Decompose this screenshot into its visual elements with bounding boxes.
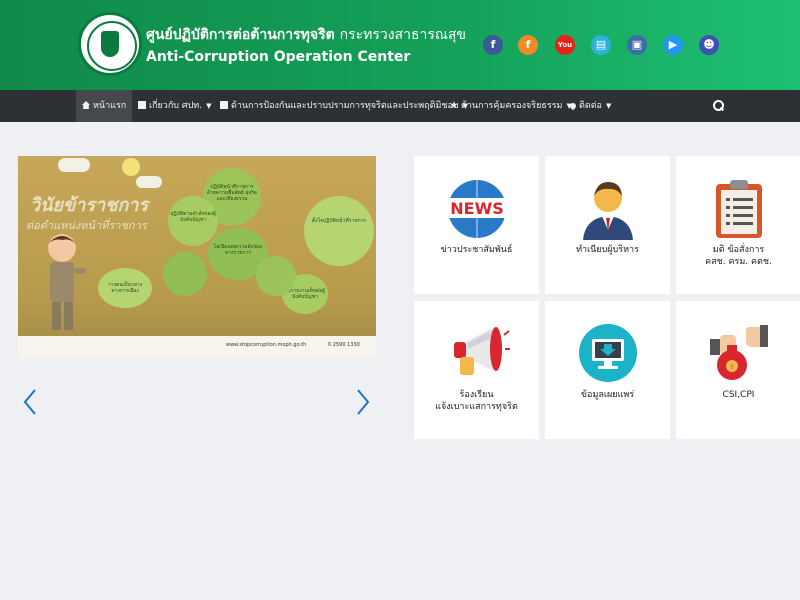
banner-bubble-text: วางตนเป็นกลางทางการเมือง xyxy=(107,282,143,294)
svg-text:!: ! xyxy=(731,363,734,371)
download-monitor-icon xyxy=(579,324,637,382)
site-header: ศูนย์ปฏิบัติการต่อต้านการทุจริต กระทรวงส… xyxy=(0,0,800,90)
tile-executives-label: ทำเนียบผู้บริหาร xyxy=(576,245,639,255)
building-icon xyxy=(138,101,146,109)
cartoon-boy-illustration xyxy=(48,234,86,330)
nav-item-home[interactable]: หน้าแรก xyxy=(76,90,133,122)
banner-bubble-text: ตั้งใจปฏิบัติหน้าที่ราชการ xyxy=(311,218,367,224)
printer-icon[interactable]: ▤ xyxy=(591,35,611,55)
bribe-refuse-icon: ! xyxy=(710,325,768,380)
ministry-logo[interactable] xyxy=(78,12,142,76)
carousel-banner[interactable]: วินัยข้าราชการ ต่อตำแหน่งหน้าที่ราชการ ป… xyxy=(18,156,376,358)
search-icon[interactable] xyxy=(713,100,724,111)
photo-glyph: ▣ xyxy=(631,38,643,51)
video-icon[interactable]: ▶ xyxy=(663,35,683,55)
banner-website: www.stopcorruption.moph.go.th xyxy=(226,342,307,348)
photo-icon[interactable]: ▣ xyxy=(627,35,647,55)
users-glyph: ☻ xyxy=(703,38,715,51)
nav-item-ethics[interactable]: ด้านการคุ้มครองจริยธรรม▼ xyxy=(444,90,578,122)
nav-label-contact: ติดต่อ xyxy=(579,101,602,111)
ministry-name: กระทรวงสาธารณสุข xyxy=(339,27,466,43)
chevron-down-icon: ▼ xyxy=(605,102,612,110)
nav-item-about[interactable]: เกี่ยวกับ ศปท. ▼ xyxy=(132,90,218,122)
main-navbar: หน้าแรก เกี่ยวกับ ศปท. ▼ ด้านการป้องกันแล… xyxy=(0,90,800,122)
megaphone-icon xyxy=(454,327,510,375)
star-icon xyxy=(450,101,458,109)
facebook-icon[interactable]: f xyxy=(483,35,503,55)
tile-news-label: ข่าวประชาสัมพันธ์ xyxy=(440,245,513,255)
video-glyph: ▶ xyxy=(668,38,678,51)
banner-bubble-text: ไม่เปิดเผยความลับของทางราชการ xyxy=(213,244,263,256)
cloud-icon xyxy=(136,176,162,188)
tile-complaints-label-line1: ร้องเรียน xyxy=(459,390,494,400)
tile-resolutions-label-line1: มติ ข้อสั่งการ xyxy=(712,245,765,255)
tile-csi-cpi[interactable]: ! CSI,CPI xyxy=(676,301,800,439)
home-icon xyxy=(82,101,90,109)
messenger-glyph: f xyxy=(525,38,531,51)
chevron-down-icon: ▼ xyxy=(206,102,212,110)
site-title-thai: ศูนย์ปฏิบัติการต่อต้านการทุจริต กระทรวงส… xyxy=(146,24,466,46)
nav-item-anti-corruption[interactable]: ด้านการป้องกันและปราบปรามการทุจริตและประ… xyxy=(214,90,474,122)
nav-item-contact[interactable]: ติดต่อ ▼ xyxy=(564,90,617,122)
news-icon: NEWS xyxy=(446,180,508,238)
sun-icon xyxy=(122,158,140,176)
banner-title: วินัยข้าราชการ xyxy=(30,195,149,216)
tile-publications[interactable]: ข้อมูลเผยแพร่ xyxy=(545,301,670,439)
users-icon[interactable]: ☻ xyxy=(699,35,719,55)
document-icon xyxy=(220,101,228,109)
svg-text:NEWS: NEWS xyxy=(450,199,504,218)
tile-resolutions[interactable]: มติ ข้อสั่งการ คสช. ครม. คตช. xyxy=(676,156,800,294)
tile-csi-cpi-label: CSI,CPI xyxy=(722,390,755,400)
printer-glyph: ▤ xyxy=(595,38,607,51)
nav-label-about: เกี่ยวกับ ศปท. xyxy=(149,101,203,111)
site-title-english: Anti-Corruption Operation Center xyxy=(146,49,411,65)
banner-bubble xyxy=(163,252,207,296)
site-title-thai-main: ศูนย์ปฏิบัติการต่อต้านการทุจริต xyxy=(146,27,335,43)
nav-label-anti-corruption: ด้านการป้องกันและปราบปรามการทุจริตและประ… xyxy=(231,101,459,111)
banner-bubble xyxy=(256,256,296,296)
tile-complaints-label-line2: แจ้งเบาะแสการทุจริต xyxy=(435,402,518,412)
tile-resolutions-label-line2: คสช. ครม. คตช. xyxy=(705,257,772,267)
tile-executives[interactable]: ทำเนียบผู้บริหาร xyxy=(545,156,670,294)
tile-complaints[interactable]: ร้องเรียน แจ้งเบาะแสการทุจริต xyxy=(414,301,539,439)
cloud-icon xyxy=(58,158,90,172)
executive-icon xyxy=(583,182,633,240)
facebook-messenger-icon[interactable]: f xyxy=(518,35,538,55)
carousel-next-arrow[interactable] xyxy=(355,388,371,416)
youtube-icon[interactable]: You xyxy=(555,35,575,55)
nav-label-home: หน้าแรก xyxy=(93,101,127,111)
banner-bubble-text: ปฏิบัติตามคำสั่งของผู้บังคับบัญชา xyxy=(170,211,216,223)
map-marker-icon xyxy=(568,101,578,111)
facebook-glyph: f xyxy=(490,38,496,51)
clipboard-icon xyxy=(716,180,762,238)
banner-bubble xyxy=(304,196,374,266)
nav-label-ethics: ด้านการคุ้มครองจริยธรรม xyxy=(461,101,563,111)
banner-footer: www.stopcorruption.moph.go.th 0 2590 133… xyxy=(18,336,376,358)
banner-bubble-text: ปฏิบัติหน้าที่ราชการด้วยความซื่อสัตย์ สุ… xyxy=(206,184,258,202)
tile-news[interactable]: NEWS ข่าวประชาสัมพันธ์ xyxy=(414,156,539,294)
banner-phone: 0 2590 1330 xyxy=(328,342,360,348)
youtube-glyph: You xyxy=(557,41,573,49)
carousel-prev-arrow[interactable] xyxy=(22,388,38,416)
tile-publications-label: ข้อมูลเผยแพร่ xyxy=(580,390,635,400)
